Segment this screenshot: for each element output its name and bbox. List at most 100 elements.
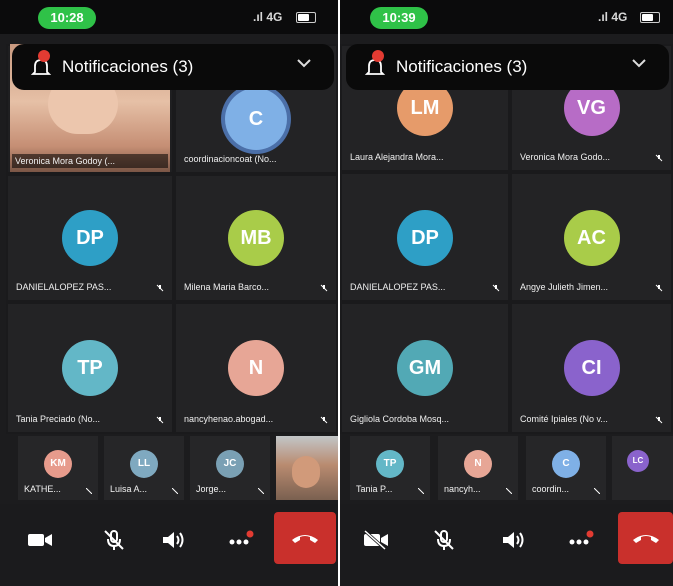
participant-tile[interactable]: GM Gigliola Cordoba Mosq... [340,302,510,434]
participant-name: DANIELALOPEZ PAS... [16,282,112,292]
camera-button[interactable] [16,516,64,564]
bell-icon [30,50,52,78]
mic-muted-icon [418,488,424,494]
notifications-bar[interactable]: Notificaciones (3) [346,44,669,90]
participant-strip: KM KATHE... LL Luisa A... JC Jorge... [0,434,338,502]
strip-avatar: TP [376,450,404,478]
signal-indicator: .ıl 4G [253,10,282,24]
strip-tile[interactable]: TP Tania P... [350,436,430,500]
mute-button[interactable] [90,516,138,564]
strip-avatar: LL [130,450,158,478]
participant-avatar: DP [397,210,453,266]
bell-icon [364,50,386,78]
participant-tile[interactable]: TP Tania Preciado (No... [6,302,174,434]
strip-tile[interactable]: C coordin... [526,436,606,500]
camera-icon [28,534,52,546]
more-button[interactable] [556,516,604,564]
signal-bars-icon: .ıl [253,10,264,24]
strip-avatar: C [552,450,580,478]
participant-tile[interactable]: CI Comité Ipiales (No v... [510,302,673,434]
strip-tile[interactable]: JC Jorge... [190,436,270,500]
camera-off-icon [363,530,388,550]
mic-muted-icon [492,284,500,292]
mic-off-icon [104,530,124,550]
network-type: 4G [611,10,628,24]
camera-button[interactable] [352,516,400,564]
mic-muted-icon [156,284,164,292]
strip-tile[interactable]: N nancyh... [438,436,518,500]
participant-name: coordinacioncoat (No... [184,154,277,164]
hang-up-button[interactable] [274,512,336,564]
participant-strip: TP Tania P... N nancyh... C coordin... L… [340,434,673,502]
participant-tile[interactable]: MB Milena Maria Barco... [174,174,338,302]
participant-avatar: DP [62,210,118,266]
status-time: 10:28 [38,7,96,29]
more-icon [229,530,254,545]
strip-tile[interactable]: LC [612,436,673,500]
strip-tile[interactable]: KM KATHE... [18,436,98,500]
speaker-icon [503,532,524,548]
notification-badge [372,50,384,62]
participant-name: Laura Alejandra Mora... [350,152,444,162]
participant-avatar: C [225,88,287,150]
speaker-button[interactable] [150,516,198,564]
mic-muted-icon [655,154,663,162]
notifications-label: Notificaciones (3) [396,57,528,76]
hang-up-icon [292,535,318,543]
face-shape [292,456,320,488]
call-controls [0,504,338,586]
strip-name: Tania P... [356,484,393,494]
participant-name: Gigliola Cordoba Mosq... [350,414,450,424]
participant-name: Tania Preciado (No... [16,414,101,424]
participant-name: nancyhenao.abogad... [184,414,274,424]
strip-avatar: JC [216,450,244,478]
mute-button[interactable] [420,516,468,564]
speaker-icon [163,532,184,548]
status-time: 10:39 [370,7,428,29]
participant-name: Comité Ipiales (No v... [520,414,608,424]
notifications-label: Notificaciones (3) [62,57,194,76]
participant-avatar: GM [397,340,453,396]
mic-muted-icon [156,416,164,424]
strip-name: nancyh... [444,484,481,494]
participant-name: Veronica Mora Godoy (... [12,154,168,168]
chevron-down-icon [632,59,646,68]
strip-name: Luisa A... [110,484,148,494]
self-video-thumbnail[interactable] [276,436,338,500]
status-bar: 10:28 .ıl 4G [0,0,338,34]
participant-avatar: N [228,340,284,396]
call-controls [340,504,673,586]
chevron-down-icon [297,59,311,68]
mic-muted-icon [258,488,264,494]
participant-avatar: AC [563,210,620,266]
battery-icon [296,12,316,23]
mic-muted-icon [86,488,92,494]
strip-avatar: KM [44,450,72,478]
left-screen: 10:28 .ıl 4G Veronica Mora Godoy (... C … [0,0,338,586]
participant-tile[interactable]: DP DANIELALOPEZ PAS... [340,172,510,302]
status-bar: 10:39 .ıl 4G [340,0,673,34]
mic-muted-icon [655,284,663,292]
participant-tile[interactable]: N nancyhenao.abogad... [174,302,338,434]
participant-tile[interactable]: DP DANIELALOPEZ PAS... [6,174,174,302]
participant-avatar: TP [62,340,118,396]
signal-indicator: .ıl 4G [598,10,627,24]
network-type: 4G [266,10,283,24]
hang-up-button[interactable] [618,512,673,564]
participant-tile[interactable]: AC Angye Julieth Jimen... [510,172,673,302]
participant-avatar: CI [563,340,620,396]
hang-up-icon [632,535,659,543]
strip-name: Jorge... [196,484,227,494]
speaker-button[interactable] [490,516,538,564]
participant-name: Veronica Mora Godo... [520,152,611,162]
mic-muted-icon [506,488,512,494]
mic-muted-icon [172,488,178,494]
more-button[interactable] [216,516,264,564]
right-screen: 10:39 .ıl 4G LM Laura Alejandra Mora... … [340,0,673,586]
notification-badge [38,50,50,62]
strip-tile[interactable]: LL Luisa A... [104,436,184,500]
notifications-bar[interactable]: Notificaciones (3) [12,44,334,90]
strip-name: coordin... [532,484,570,494]
strip-avatar: N [464,450,492,478]
mic-muted-icon [320,416,328,424]
